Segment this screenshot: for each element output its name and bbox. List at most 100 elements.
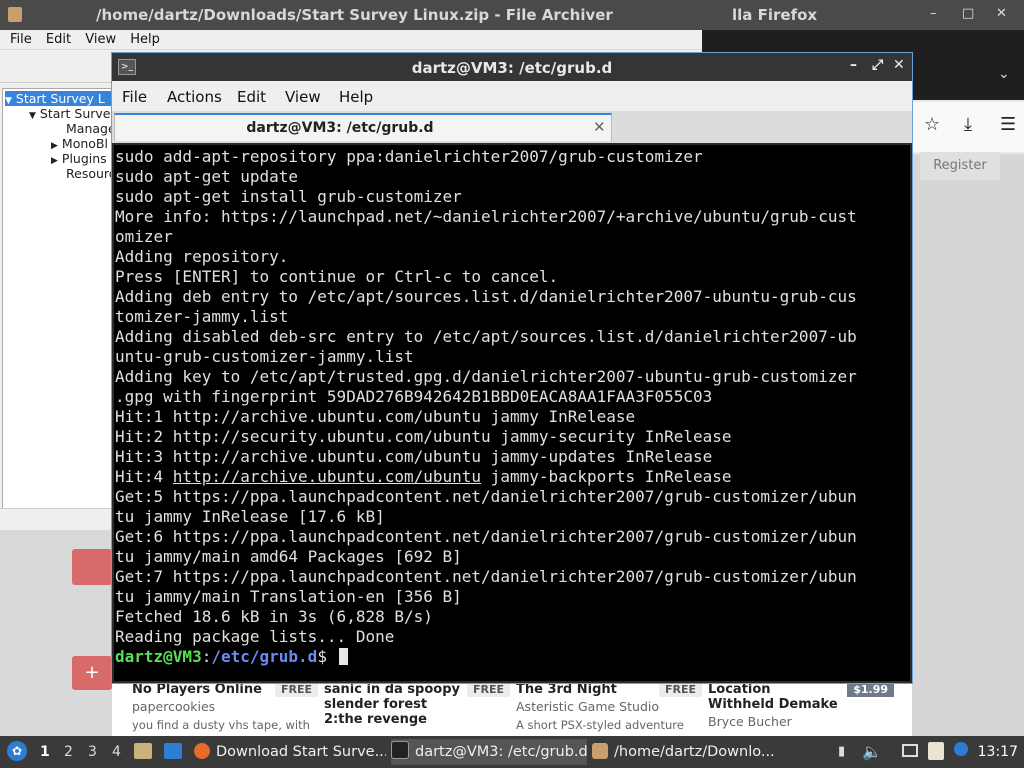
terminal-menu-edit[interactable]: Edit: [237, 88, 266, 106]
download-icon[interactable]: ⤓: [964, 114, 972, 135]
terminal-line: Adding disabled deb-src entry to /etc/ap…: [115, 327, 857, 346]
game-title: Location Withheld Demake: [708, 682, 838, 712]
terminal-tabbar: dartz@VM3: /etc/grub.d ✕: [112, 111, 912, 143]
terminal-line: Press [ENTER] to continue or Ctrl-c to c…: [115, 267, 559, 286]
terminal-line: Get:6 https://ppa.launchpadcontent.net/d…: [115, 527, 857, 546]
download-button-partial[interactable]: [72, 549, 112, 585]
tree-item-resources[interactable]: Resourc: [66, 166, 116, 181]
terminal-line: Hit:3 http://archive.ubuntu.com/ubuntu j…: [115, 447, 713, 466]
minimize-icon[interactable]: –: [930, 6, 937, 21]
clipboard-icon[interactable]: [928, 742, 944, 760]
terminal-line: sudo apt-get install grub-customizer: [115, 187, 462, 206]
close-icon[interactable]: ✕: [893, 57, 905, 73]
maximize-icon[interactable]: ⤢: [872, 57, 883, 73]
terminal-line: tu jammy/main amd64 Packages [692 B]: [115, 547, 462, 566]
tree-item-start-survey[interactable]: ▼ Start Surve: [29, 106, 111, 121]
file-manager-launcher-icon[interactable]: [134, 743, 152, 759]
terminal-tab-title: dartz@VM3: /etc/grub.d: [246, 120, 434, 136]
game-description: A short PSX-styled adventure: [516, 718, 684, 732]
price-badge: FREE: [466, 682, 510, 697]
tray-expand-icon[interactable]: ▮: [838, 744, 845, 759]
workspace-4[interactable]: 4: [112, 744, 121, 760]
terminal-line: untu-grub-customizer-jammy.list: [115, 347, 414, 366]
terminal-menu-file[interactable]: File: [122, 88, 147, 106]
archive-icon: [592, 743, 608, 759]
display-icon[interactable]: [902, 744, 918, 757]
tree-item-plugins[interactable]: ▶ Plugins: [51, 151, 107, 166]
archiver-menubar: File Edit View Help: [0, 30, 702, 50]
terminal-text: sudo add-apt-repository ppa:danielrichte…: [115, 147, 857, 667]
firefox-toolbar: ☆ ⤓ ☰: [912, 102, 1024, 152]
terminal-icon: [391, 741, 409, 759]
show-desktop-icon[interactable]: [164, 743, 182, 759]
register-button[interactable]: Register: [920, 152, 1000, 180]
terminal-menubar: File Actions Edit View Help: [112, 81, 912, 111]
tree-item-monobl[interactable]: ▶ MonoBl: [51, 136, 108, 151]
archiver-window-title: /home/dartz/Downloads/Start Survey Linux…: [96, 6, 613, 24]
workspace-1[interactable]: 1: [40, 744, 50, 760]
archive-tree: ▼ Start Survey L ▼ Start Surve Manage ▶ …: [2, 88, 116, 534]
minimize-icon[interactable]: –: [850, 57, 857, 73]
terminal-line: Hit:2 http://security.ubuntu.com/ubuntu …: [115, 427, 732, 446]
store-card[interactable]: sanic in da spoopy slender forest 2:the …: [324, 682, 514, 727]
workspace-2[interactable]: 2: [64, 744, 73, 760]
terminal-line: Get:5 https://ppa.launchpadcontent.net/d…: [115, 487, 857, 506]
chevron-down-icon[interactable]: ⌄: [998, 66, 1010, 82]
terminal-tab[interactable]: dartz@VM3: /etc/grub.d ✕: [114, 113, 612, 141]
tree-item-root[interactable]: ▼ Start Survey L: [5, 91, 111, 106]
firefox-window-title: lla Firefox: [732, 6, 818, 24]
start-menu-icon[interactable]: ✿: [7, 741, 27, 761]
terminal-line: sudo apt-get update: [115, 167, 299, 186]
terminal-line: omizer: [115, 227, 173, 246]
archiver-menu-file[interactable]: File: [10, 32, 32, 47]
clock[interactable]: 13:17: [978, 744, 1018, 760]
store-card[interactable]: Location Withheld Demake $1.99 Bryce Buc…: [708, 682, 898, 729]
terminal-window: >_ dartz@VM3: /etc/grub.d – ⤢ ✕ File Act…: [111, 52, 913, 684]
terminal-line: Get:7 https://ppa.launchpadcontent.net/d…: [115, 567, 857, 586]
tree-item-managed[interactable]: Manage: [66, 121, 116, 136]
archive-app-icon: [8, 7, 22, 22]
store-card[interactable]: The 3rd Night FREE Asteristic Game Studi…: [516, 682, 706, 732]
workspace-3[interactable]: 3: [88, 744, 97, 760]
terminal-prompt[interactable]: dartz@VM3:/etc/grub.d$: [115, 647, 857, 667]
text-cursor: [338, 648, 348, 665]
terminal-line: tu jammy/main Translation-en [356 B]: [115, 587, 462, 606]
terminal-line: tu jammy InRelease [17.6 kB]: [115, 507, 385, 526]
terminal-menu-view[interactable]: View: [285, 88, 321, 106]
terminal-window-title: dartz@VM3: /etc/grub.d: [411, 59, 613, 77]
game-title: sanic in da spoopy slender forest 2:the …: [324, 682, 460, 727]
close-tab-icon[interactable]: ✕: [593, 118, 606, 136]
taskbar-item-firefox[interactable]: Download Start Surve...: [194, 739, 386, 765]
terminal-titlebar[interactable]: >_ dartz@VM3: /etc/grub.d – ⤢ ✕: [112, 53, 912, 81]
firefox-icon: [194, 743, 210, 759]
terminal-line: Fetched 18.6 kB in 3s (6,828 B/s): [115, 607, 433, 626]
terminal-menu-actions[interactable]: Actions: [167, 88, 222, 106]
maximize-icon[interactable]: □: [962, 6, 974, 21]
archiver-menu-view[interactable]: View: [85, 32, 116, 47]
terminal-line: Hit:4 http://archive.ubuntu.com/ubuntu j…: [115, 467, 732, 486]
archiver-menu-edit[interactable]: Edit: [46, 32, 71, 47]
volume-icon[interactable]: 🔈: [862, 742, 882, 761]
price-badge: FREE: [658, 682, 702, 697]
terminal-line: More info: https://launchpad.net/~daniel…: [115, 207, 857, 226]
notification-icon[interactable]: [954, 742, 968, 756]
terminal-menu-help[interactable]: Help: [339, 88, 373, 106]
terminal-line: Adding deb entry to /etc/apt/sources.lis…: [115, 287, 857, 306]
close-icon[interactable]: ✕: [996, 6, 1007, 21]
game-studio: Asteristic Game Studio: [516, 699, 659, 714]
terminal-link[interactable]: http://archive.ubuntu.com/ubuntu: [173, 467, 481, 486]
store-card[interactable]: No Players Online FREE papercookies you …: [132, 682, 322, 732]
plus-icon[interactable]: +: [72, 656, 112, 690]
game-studio: papercookies: [132, 699, 216, 714]
bookmark-star-icon[interactable]: ☆: [924, 114, 940, 135]
terminal-line: Adding repository.: [115, 247, 289, 266]
terminal-line: Adding key to /etc/apt/trusted.gpg.d/dan…: [115, 367, 857, 386]
taskbar-item-terminal[interactable]: dartz@VM3: /etc/grub.d: [391, 739, 587, 765]
hamburger-menu-icon[interactable]: ☰: [1000, 114, 1016, 135]
archiver-titlebar: /home/dartz/Downloads/Start Survey Linux…: [0, 0, 1024, 30]
price-badge: $1.99: [847, 682, 894, 697]
taskbar-item-archiver[interactable]: /home/dartz/Downlo...: [592, 739, 788, 765]
terminal-output[interactable]: sudo add-apt-repository ppa:danielrichte…: [114, 145, 910, 681]
terminal-line: Hit:1 http://archive.ubuntu.com/ubuntu j…: [115, 407, 636, 426]
archiver-menu-help[interactable]: Help: [130, 32, 160, 47]
